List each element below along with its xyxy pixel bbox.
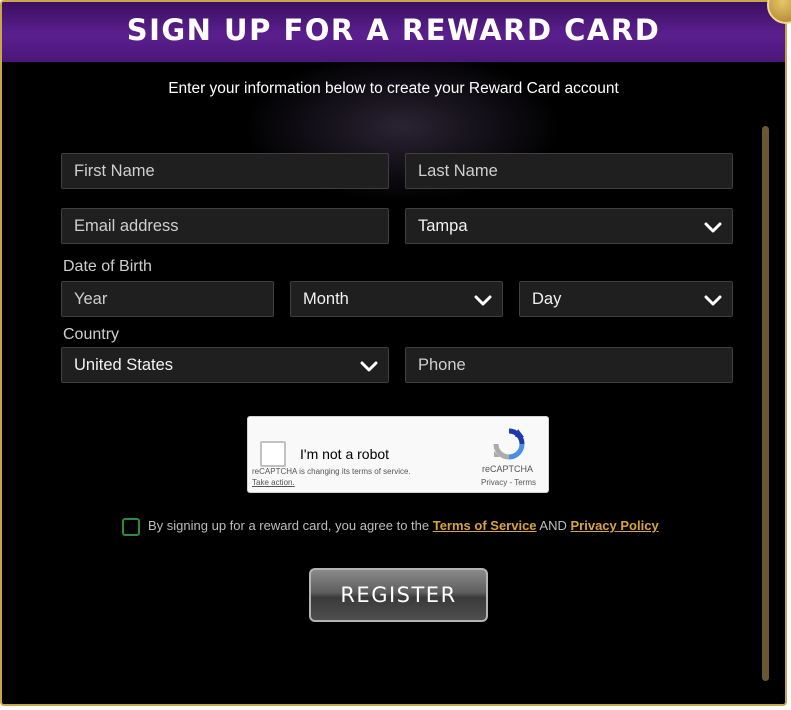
recaptcha-widget: I'm not a robot reCAPTCHA is changing it… [247, 416, 549, 493]
agreement-prefix: By signing up for a reward card, you agr… [148, 518, 433, 533]
dialog-title: SIGN UP FOR A REWARD CARD [126, 13, 661, 47]
country-label: Country [63, 326, 120, 343]
recaptcha-take-action-link[interactable]: Take action. [252, 478, 295, 487]
year-input[interactable]: Year [61, 281, 274, 317]
month-select[interactable]: Month [290, 281, 503, 317]
recaptcha-links: Privacy - Terms [481, 478, 536, 487]
agree-checkbox[interactable] [122, 518, 140, 536]
location-select[interactable]: Tampa [405, 208, 733, 244]
recaptcha-logo-icon [493, 428, 525, 460]
recaptcha-checkbox[interactable] [260, 441, 286, 467]
chevron-down-icon [704, 222, 722, 233]
recaptcha-brand: reCAPTCHA [482, 464, 534, 474]
recaptcha-privacy-link[interactable]: Privacy [481, 478, 507, 487]
day-select-value: Day [532, 290, 562, 308]
register-button[interactable]: REGISTER [309, 568, 488, 622]
reward-card-dialog: SIGN UP FOR A REWARD CARD Enter your inf… [0, 0, 787, 706]
last-name-input[interactable]: Last Name [405, 153, 733, 189]
chevron-down-icon [474, 295, 492, 306]
phone-input[interactable]: Phone [405, 347, 733, 383]
intro-text: Enter your information below to create y… [168, 80, 619, 97]
agreement-text: By signing up for a reward card, you agr… [148, 518, 659, 533]
day-select[interactable]: Day [519, 281, 733, 317]
recaptcha-label: I'm not a robot [300, 446, 390, 462]
email-input[interactable]: Email address [61, 208, 389, 244]
country-select[interactable]: United States [61, 347, 389, 383]
month-select-value: Month [303, 290, 349, 308]
chevron-down-icon [360, 361, 378, 372]
recaptcha-notice: reCAPTCHA is changing its terms of servi… [252, 467, 411, 476]
scrollbar[interactable] [762, 126, 769, 681]
recaptcha-terms-link[interactable]: Terms [514, 478, 536, 487]
location-select-value: Tampa [418, 217, 468, 235]
country-select-value: United States [74, 356, 174, 374]
first-name-input[interactable]: First Name [61, 153, 389, 189]
privacy-policy-link[interactable]: Privacy Policy [571, 518, 659, 533]
terms-of-service-link[interactable]: Terms of Service [433, 518, 537, 533]
chevron-down-icon [704, 295, 722, 306]
agreement-and: AND [536, 518, 571, 533]
dob-label: Date of Birth [63, 258, 152, 275]
